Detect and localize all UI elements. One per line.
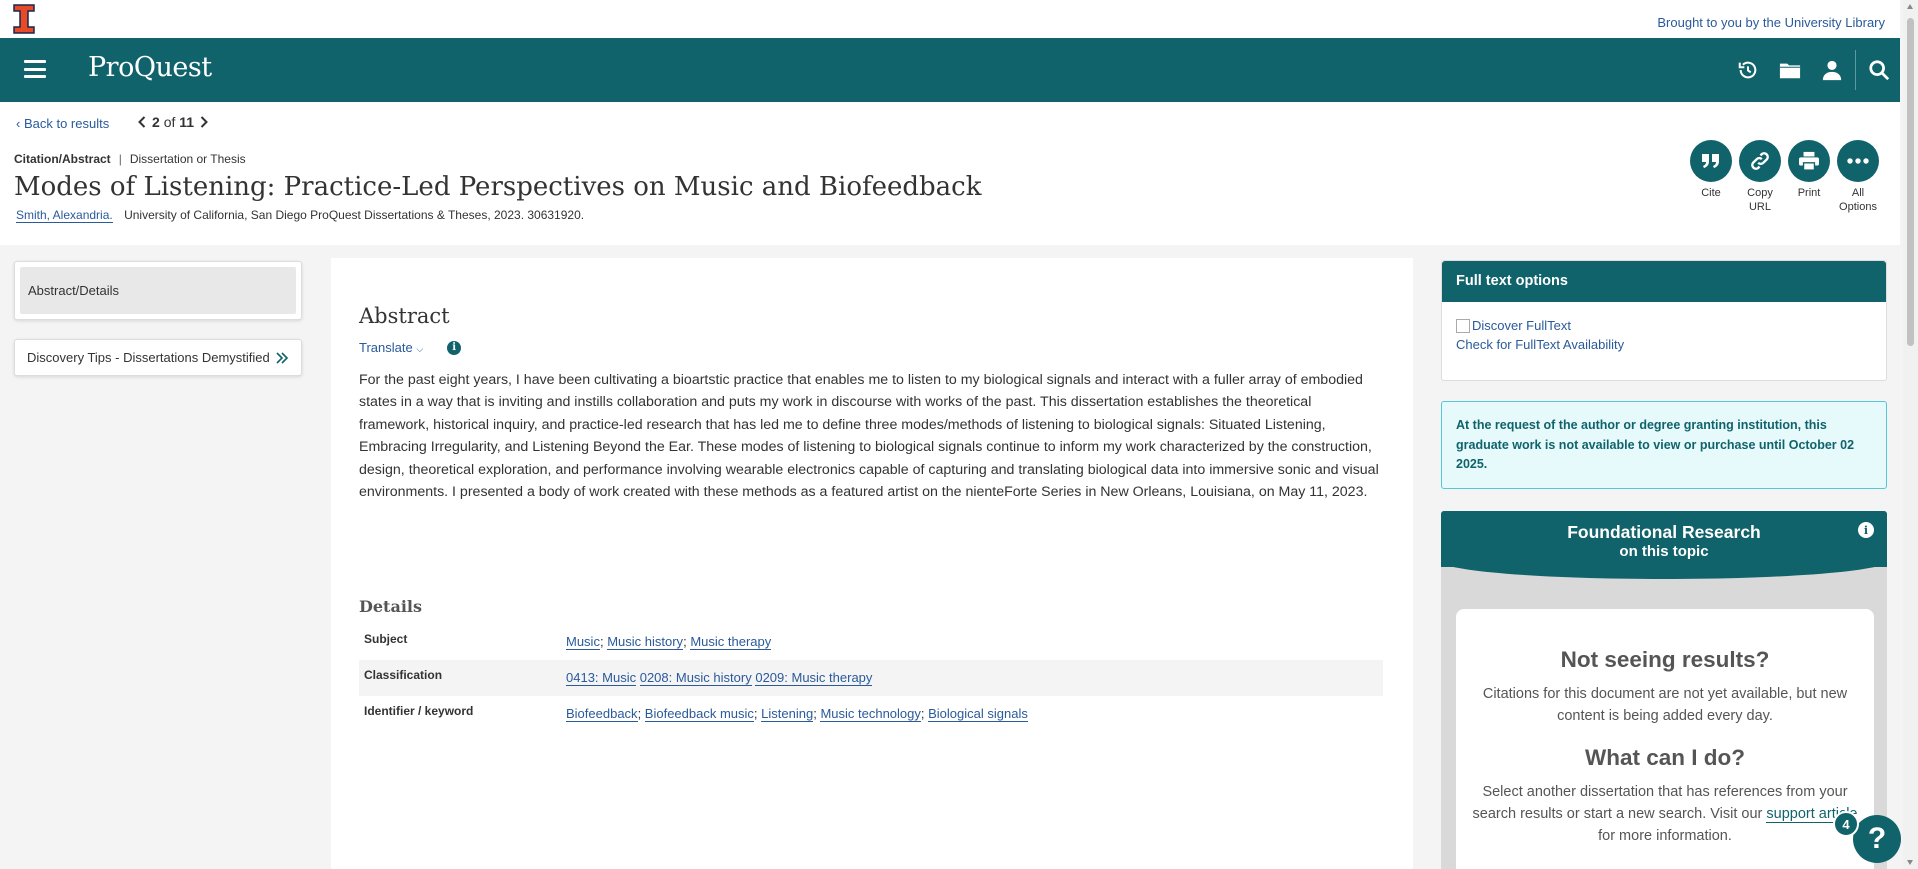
identifier-label: Identifier / keyword (364, 704, 474, 719)
cite-action[interactable]: Cite (1690, 140, 1732, 214)
fulltext-body: Discover FullText Check for FullText Ava… (1442, 302, 1886, 368)
discovery-tips-label: Discovery Tips - Dissertations Demystifi… (27, 350, 270, 365)
foundational-title: Foundational Research (1567, 522, 1761, 542)
classification-link[interactable]: 0208: Music history (639, 670, 752, 687)
pager-of: of (163, 114, 176, 130)
translate-dropdown[interactable]: Translate ⌵ (359, 340, 423, 355)
keyword-link[interactable]: Biological signals (928, 706, 1028, 723)
classification-link[interactable]: 0413: Music (566, 670, 637, 687)
translate-row: Translate ⌵ i (359, 340, 1385, 355)
foundational-subtitle: on this topic (1619, 543, 1709, 560)
classification-link[interactable]: 0209: Music therapy (755, 670, 873, 687)
keyword-link[interactable]: Listening (761, 706, 814, 723)
folder-icon[interactable] (1769, 38, 1811, 102)
subject-link[interactable]: Music therapy (690, 634, 772, 651)
chevron-down-icon: ⌵ (416, 344, 424, 354)
link-icon[interactable] (1739, 140, 1781, 182)
search-icon[interactable] (1858, 38, 1900, 102)
help-button[interactable]: ? (1853, 815, 1901, 863)
header-curve (1441, 561, 1887, 579)
no-results-text: Citations for this document are not yet … (1482, 686, 1848, 724)
discover-fulltext-image[interactable]: Discover FullText (1456, 316, 1872, 335)
source-citation: University of California, San Diego ProQ… (124, 208, 585, 222)
scroll-up-icon[interactable] (1907, 4, 1913, 9)
subject-link[interactable]: Music (566, 634, 600, 651)
header-divider (1855, 50, 1856, 90)
section-nav-card: Abstract/Details (14, 261, 302, 320)
subject-values: Music; Music history; Music therapy (566, 634, 772, 651)
info-icon[interactable]: i (1858, 522, 1874, 538)
subject-label: Subject (364, 632, 408, 647)
left-navigation: Abstract/Details Discovery Tips - Disser… (14, 261, 302, 376)
no-results-panel: Not seeing results? Citations for this d… (1456, 609, 1874, 869)
details-heading: Details (359, 597, 422, 617)
print-icon[interactable] (1788, 140, 1830, 182)
check-fulltext-link[interactable]: Check for FullText Availability (1456, 337, 1624, 352)
more-icon[interactable] (1837, 140, 1879, 182)
scroll-thumb[interactable] (1907, 18, 1914, 346)
availability-notice: At the request of the author or degree g… (1441, 401, 1887, 489)
classification-label: Classification (364, 668, 443, 683)
what-can-i-do-heading: What can I do? (1585, 745, 1745, 770)
details-row-subject: Subject Music; Music history; Music ther… (359, 624, 1383, 660)
keyword-link[interactable]: Music technology (820, 706, 921, 723)
author-line: Smith, Alexandria. University of Califor… (16, 208, 585, 223)
main-content: Abstract Translate ⌵ i For the past eigh… (331, 258, 1413, 869)
author-link[interactable]: Smith, Alexandria. (16, 208, 113, 223)
help-badge: 4 (1833, 811, 1859, 837)
next-result-icon[interactable] (200, 116, 208, 128)
brought-by-link[interactable]: Brought to you by the University Library (1657, 15, 1885, 30)
info-icon[interactable]: i (447, 340, 462, 355)
menu-icon[interactable] (24, 60, 46, 78)
breadcrumb: Citation/Abstract | Dissertation or Thesis (14, 152, 246, 166)
pager-total: 11 (179, 114, 195, 130)
foundational-header: Foundational Research on this topic i (1441, 511, 1887, 567)
pager-current: 2 (152, 114, 160, 130)
fulltext-options-card: Full text options Discover FullText Chec… (1441, 260, 1887, 381)
quote-icon[interactable] (1690, 140, 1732, 182)
copy-url-action[interactable]: Copy URL (1739, 140, 1781, 214)
user-icon[interactable] (1811, 38, 1853, 102)
keyword-link[interactable]: Biofeedback music (644, 706, 754, 723)
page-scrollbar[interactable] (1903, 0, 1918, 869)
scroll-down-icon[interactable] (1907, 860, 1913, 865)
abstract-heading: Abstract (359, 304, 450, 328)
result-pager: 2 of 11 (138, 114, 208, 130)
what-can-i-do-text: Select another dissertation that has ref… (1472, 784, 1858, 844)
chevron-left-icon: ‹ (16, 116, 24, 131)
keyword-link[interactable]: Biofeedback (566, 706, 638, 723)
details-table: Subject Music; Music history; Music ther… (359, 624, 1383, 732)
back-to-results-link[interactable]: ‹ Back to results (16, 116, 109, 131)
subject-link[interactable]: Music history (607, 634, 684, 651)
print-action[interactable]: Print (1788, 140, 1830, 214)
classification-values: 0413: Music 0208: Music history 0209: Mu… (566, 666, 873, 690)
illinois-logo-icon[interactable] (12, 4, 36, 34)
foundational-research-card: Foundational Research on this topic i No… (1441, 511, 1887, 869)
nav-item-abstract-details[interactable]: Abstract/Details (20, 267, 296, 314)
double-chevron-right-icon (276, 351, 289, 364)
prev-result-icon[interactable] (138, 116, 146, 128)
abstract-text: For the past eight years, I have been cu… (359, 372, 1379, 501)
details-row-identifier: Identifier / keyword Biofeedback; Biofee… (359, 696, 1383, 732)
broken-image-icon (1456, 318, 1470, 333)
header-actions (1727, 38, 1900, 102)
university-strip: Brought to you by the University Library (0, 0, 1900, 38)
document-header: ‹ Back to results 2 of 11 Citation/Abstr… (0, 102, 1900, 245)
details-row-classification: Classification 0413: Music 0208: Music h… (359, 660, 1383, 697)
document-title: Modes of Listening: Practice-Led Perspec… (14, 172, 982, 202)
crumb-kind: Dissertation or Thesis (129, 152, 246, 166)
history-icon[interactable] (1727, 38, 1769, 102)
fulltext-heading: Full text options (1442, 261, 1886, 302)
document-actions: Cite Copy URL Print All Options (1690, 140, 1879, 214)
crumb-type: Citation/Abstract (14, 152, 111, 166)
top-header: ProQuest (0, 38, 1900, 102)
proquest-logo[interactable]: ProQuest (88, 52, 212, 83)
all-options-action[interactable]: All Options (1837, 140, 1879, 214)
no-results-heading: Not seeing results? (1560, 647, 1770, 672)
keyword-values: Biofeedback; Biofeedback music; Listenin… (566, 706, 1028, 723)
nav-item-discovery-tips[interactable]: Discovery Tips - Dissertations Demystifi… (14, 339, 302, 376)
